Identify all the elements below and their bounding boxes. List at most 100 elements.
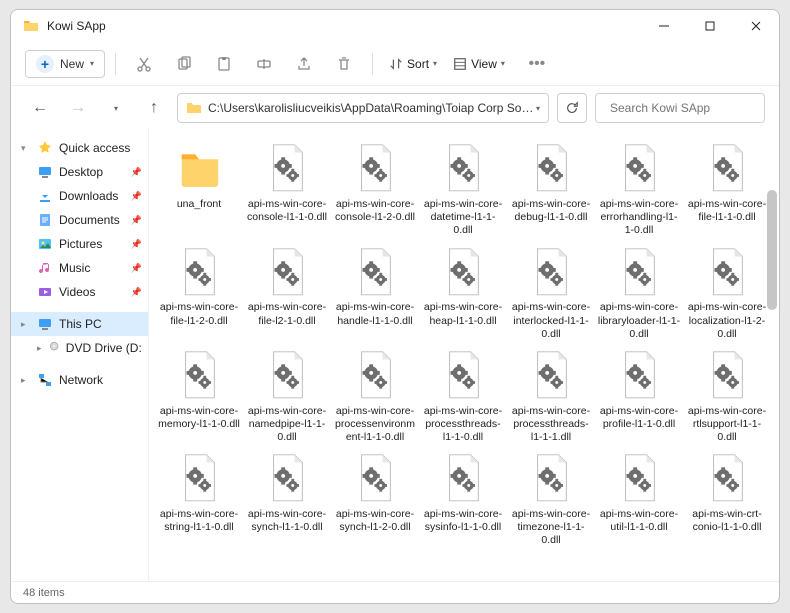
search-input[interactable] — [610, 101, 765, 115]
file-name: api-ms-win-core-localization-l1-2-0.dll — [685, 301, 769, 340]
maximize-button[interactable] — [687, 10, 733, 42]
file-item[interactable]: api-ms-win-core-synch-l1-2-0.dll — [333, 450, 417, 547]
file-item[interactable]: api-ms-win-core-util-l1-1-0.dll — [597, 450, 681, 547]
file-item[interactable]: api-ms-win-core-processthreads-l1-1-0.dl… — [421, 347, 505, 444]
file-item[interactable]: api-ms-win-core-rtlsupport-l1-1-0.dll — [685, 347, 769, 444]
file-item[interactable]: api-ms-win-core-datetime-l1-1-0.dll — [421, 140, 505, 237]
sidebar-network[interactable]: ▸ Network — [11, 368, 148, 392]
sidebar-label: Downloads — [59, 189, 118, 203]
share-button[interactable] — [286, 49, 322, 79]
chevron-right-icon[interactable]: ▸ — [37, 343, 43, 354]
file-item[interactable]: api-ms-win-core-processthreads-l1-1-1.dl… — [509, 347, 593, 444]
file-item[interactable]: api-ms-win-crt-conio-l1-1-0.dll — [685, 450, 769, 547]
dll-file-icon — [176, 450, 222, 506]
dll-file-icon — [352, 347, 398, 403]
sidebar-item-documents[interactable]: Documents📌 — [11, 208, 148, 232]
dll-file-icon — [440, 450, 486, 506]
folder-item[interactable]: una_front — [157, 140, 241, 237]
file-item[interactable]: api-ms-win-core-errorhandling-l1-1-0.dll — [597, 140, 681, 237]
file-pane[interactable]: una_frontapi-ms-win-core-console-l1-1-0.… — [149, 130, 779, 581]
disc-icon — [49, 340, 59, 356]
up-button[interactable]: ↑ — [139, 93, 169, 123]
file-item[interactable]: api-ms-win-core-heap-l1-1-0.dll — [421, 243, 505, 340]
sort-button[interactable]: Sort ▾ — [383, 57, 443, 71]
file-item[interactable]: api-ms-win-core-timezone-l1-1-0.dll — [509, 450, 593, 547]
delete-button[interactable] — [326, 49, 362, 79]
pictures-icon — [37, 236, 53, 252]
sidebar-this-pc[interactable]: ▸ This PC — [11, 312, 148, 336]
rename-button[interactable] — [246, 49, 282, 79]
sidebar-label: DVD Drive (D:) CCCC — [66, 341, 142, 355]
pc-icon — [37, 316, 53, 332]
scrollbar[interactable] — [767, 190, 777, 310]
cut-button[interactable] — [126, 49, 162, 79]
dll-file-icon — [264, 140, 310, 196]
new-button[interactable]: + New ▾ — [25, 50, 105, 78]
pin-icon: 📌 — [131, 167, 142, 178]
file-item[interactable]: api-ms-win-core-console-l1-2-0.dll — [333, 140, 417, 237]
sidebar-item-downloads[interactable]: Downloads 📌 — [11, 184, 148, 208]
network-icon — [37, 372, 53, 388]
back-button[interactable]: ← — [25, 93, 55, 123]
file-item[interactable]: api-ms-win-core-sysinfo-l1-1-0.dll — [421, 450, 505, 547]
file-item[interactable]: api-ms-win-core-namedpipe-l1-1-0.dll — [245, 347, 329, 444]
separator — [115, 53, 116, 75]
dll-file-icon — [440, 140, 486, 196]
chevron-down-icon[interactable]: ▾ — [536, 104, 540, 113]
file-name: api-ms-win-core-file-l2-1-0.dll — [245, 301, 329, 339]
close-button[interactable] — [733, 10, 779, 42]
dll-file-icon — [440, 347, 486, 403]
sidebar-label: Documents — [59, 213, 120, 227]
file-item[interactable]: api-ms-win-core-string-l1-1-0.dll — [157, 450, 241, 547]
file-item[interactable]: api-ms-win-core-debug-l1-1-0.dll — [509, 140, 593, 237]
dll-file-icon — [176, 243, 222, 299]
recent-button[interactable]: ▾ — [101, 93, 131, 123]
sidebar-item-videos[interactable]: Videos📌 — [11, 280, 148, 304]
file-item[interactable]: api-ms-win-core-file-l1-2-0.dll — [157, 243, 241, 340]
file-item[interactable]: api-ms-win-core-memory-l1-1-0.dll — [157, 347, 241, 444]
dll-file-icon — [264, 243, 310, 299]
sort-icon — [389, 57, 403, 71]
file-item[interactable]: api-ms-win-core-handle-l1-1-0.dll — [333, 243, 417, 340]
minimize-button[interactable] — [641, 10, 687, 42]
sidebar-dvd[interactable]: ▸ DVD Drive (D:) CCCC — [11, 336, 148, 360]
pin-icon: 📌 — [131, 191, 142, 202]
file-name: api-ms-win-core-namedpipe-l1-1-0.dll — [245, 405, 329, 444]
file-item[interactable]: api-ms-win-core-file-l2-1-0.dll — [245, 243, 329, 340]
sidebar-item-desktop[interactable]: Desktop📌 — [11, 160, 148, 184]
file-name: api-ms-win-core-processenvironment-l1-1-… — [333, 405, 417, 444]
sidebar-label: This PC — [59, 317, 102, 331]
sidebar-item-music[interactable]: Music📌 — [11, 256, 148, 280]
refresh-button[interactable] — [557, 93, 587, 123]
chevron-right-icon[interactable]: ▸ — [21, 375, 31, 386]
file-name: api-ms-win-core-debug-l1-1-0.dll — [509, 198, 593, 236]
file-item[interactable]: api-ms-win-core-console-l1-1-0.dll — [245, 140, 329, 237]
copy-button[interactable] — [166, 49, 202, 79]
file-item[interactable]: api-ms-win-core-processenvironment-l1-1-… — [333, 347, 417, 444]
forward-button[interactable]: → — [63, 93, 93, 123]
explorer-window: Kowi SApp + New ▾ Sort ▾ View ▾ — [10, 9, 780, 604]
file-item[interactable]: api-ms-win-core-interlocked-l1-1-0.dll — [509, 243, 593, 340]
sidebar-item-pictures[interactable]: Pictures📌 — [11, 232, 148, 256]
file-item[interactable]: api-ms-win-core-file-l1-1-0.dll — [685, 140, 769, 237]
paste-button[interactable] — [206, 49, 242, 79]
sidebar-quick-access[interactable]: ▾ Quick access — [11, 136, 148, 160]
chevron-right-icon[interactable]: ▸ — [21, 319, 31, 330]
file-name: api-ms-win-core-console-l1-2-0.dll — [333, 198, 417, 236]
chevron-down-icon[interactable]: ▾ — [21, 143, 31, 154]
dll-file-icon — [176, 347, 222, 403]
file-name: api-ms-win-core-file-l1-1-0.dll — [685, 198, 769, 236]
file-item[interactable]: api-ms-win-core-localization-l1-2-0.dll — [685, 243, 769, 340]
view-button[interactable]: View ▾ — [447, 57, 511, 71]
nav-pane[interactable]: ▾ Quick access Desktop📌 Downloads 📌 Documen… — [11, 130, 149, 581]
more-button[interactable]: ••• — [519, 49, 555, 79]
file-name: api-ms-win-core-rtlsupport-l1-1-0.dll — [685, 405, 769, 444]
chevron-down-icon: ▾ — [90, 59, 94, 68]
address-bar[interactable]: C:\Users\karolisliucveikis\AppData\Roami… — [177, 93, 549, 123]
file-item[interactable]: api-ms-win-core-libraryloader-l1-1-0.dll — [597, 243, 681, 340]
item-count: 48 items — [23, 587, 65, 599]
file-item[interactable]: api-ms-win-core-profile-l1-1-0.dll — [597, 347, 681, 444]
titlebar[interactable]: Kowi SApp — [11, 10, 779, 42]
file-item[interactable]: api-ms-win-core-synch-l1-1-0.dll — [245, 450, 329, 547]
search-box[interactable] — [595, 93, 765, 123]
